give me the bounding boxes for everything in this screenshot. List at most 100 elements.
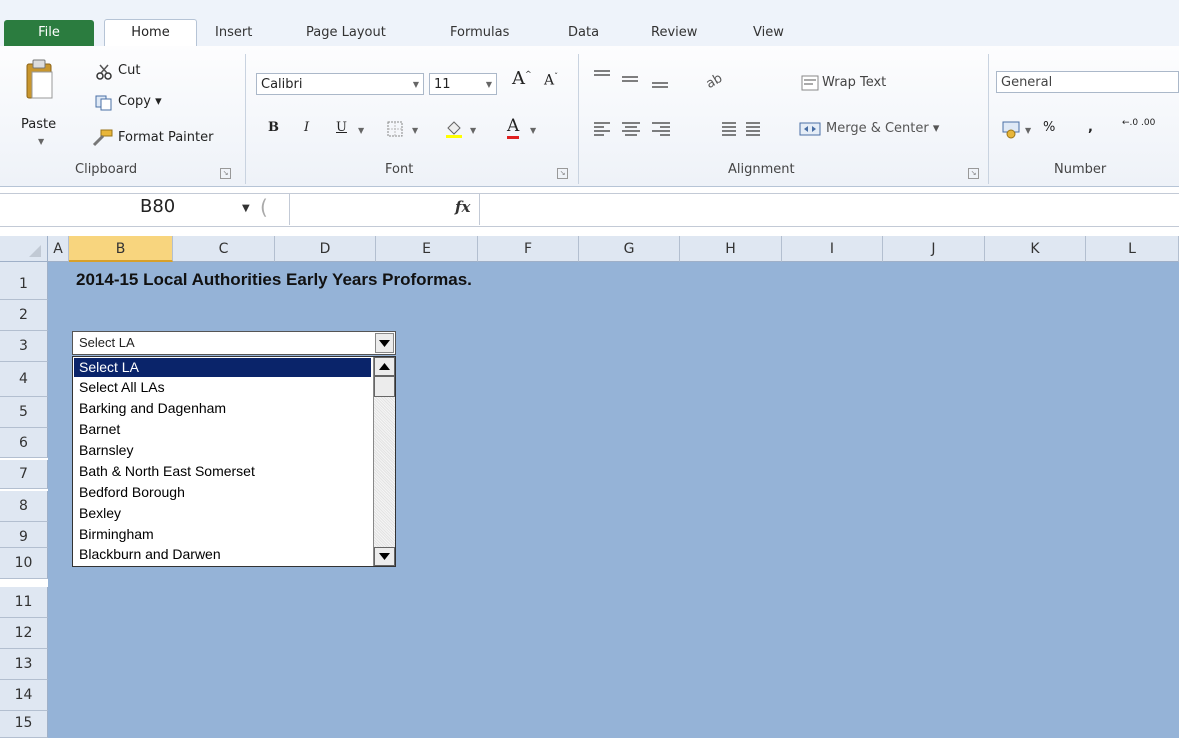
chevron-down-icon: ▼	[485, 80, 492, 89]
grow-font-button[interactable]: A^	[512, 68, 532, 89]
chevron-up-icon	[379, 363, 390, 370]
select-all-corner[interactable]	[0, 236, 48, 262]
number-format-select[interactable]: General	[996, 71, 1179, 93]
tab-review[interactable]: Review	[651, 21, 697, 45]
font-name-select[interactable]: Calibri ▼	[256, 73, 424, 95]
list-item[interactable]: Bexley	[74, 504, 371, 523]
row-header-3[interactable]: 3	[0, 331, 48, 362]
list-item[interactable]: Barking and Dagenham	[74, 399, 371, 418]
alignment-launcher-icon[interactable]: ↘	[968, 168, 979, 179]
column-header-a[interactable]: A	[48, 236, 69, 262]
percent-style-button[interactable]: %	[1043, 120, 1055, 135]
italic-button[interactable]: I	[304, 120, 309, 135]
list-scrollbar[interactable]	[373, 357, 395, 566]
column-header-b[interactable]: B	[69, 236, 173, 262]
list-item[interactable]: Blackburn and Darwen	[74, 545, 371, 564]
row-header-11[interactable]: 11	[0, 587, 48, 618]
accounting-format-icon[interactable]	[1000, 118, 1022, 140]
row-header-8[interactable]: 8	[0, 491, 48, 522]
chevron-down-icon[interactable]: ▼	[470, 126, 476, 135]
tab-data[interactable]: Data	[568, 21, 599, 45]
paste-dropdown-arrow[interactable]: ▼	[38, 137, 44, 146]
horizontal-align-icons[interactable]	[590, 117, 676, 141]
clipboard-launcher-icon[interactable]: ↘	[220, 168, 231, 179]
paste-icon[interactable]	[22, 56, 58, 104]
increase-decimal-button[interactable]: ←.0 .00	[1122, 118, 1158, 128]
column-header-f[interactable]: F	[478, 236, 579, 262]
row-header-9[interactable]: 9	[0, 522, 48, 548]
row-header-13[interactable]: 13	[0, 649, 48, 680]
la-dropdown-list[interactable]: Select LA Select All LAs Barking and Dag…	[72, 356, 396, 567]
orientation-icon[interactable]: ab	[702, 66, 732, 92]
list-item[interactable]: Bedford Borough	[74, 483, 371, 502]
list-item[interactable]: Barnet	[74, 420, 371, 439]
row-header-10[interactable]: 10	[0, 548, 48, 579]
font-launcher-icon[interactable]: ↘	[557, 168, 568, 179]
tab-insert[interactable]: Insert	[215, 21, 252, 45]
column-header-j[interactable]: J	[883, 236, 985, 262]
underline-button[interactable]: U	[336, 120, 347, 135]
column-header-h[interactable]: H	[680, 236, 782, 262]
row-header-15[interactable]: 15	[0, 711, 48, 738]
column-header-l[interactable]: L	[1086, 236, 1179, 262]
row-header-6[interactable]: 6	[0, 428, 48, 458]
cut-button[interactable]: Cut	[118, 63, 140, 78]
row-header-4[interactable]: 4	[0, 362, 48, 397]
column-header-c[interactable]: C	[173, 236, 275, 262]
row-header-2[interactable]: 2	[0, 300, 48, 331]
row-header-14[interactable]: 14	[0, 680, 48, 711]
list-item[interactable]: Birmingham	[74, 525, 371, 544]
chevron-down-icon[interactable]: ▼	[530, 126, 536, 135]
merge-center-button[interactable]: Merge & Center ▾	[826, 121, 939, 136]
scroll-down-button[interactable]	[374, 547, 395, 566]
row-header-12[interactable]: 12	[0, 618, 48, 649]
merge-center-icon	[798, 121, 822, 137]
column-header-k[interactable]: K	[985, 236, 1086, 262]
vertical-align-icons[interactable]	[590, 64, 676, 94]
tab-page-layout[interactable]: Page Layout	[306, 21, 386, 45]
name-box-value: B80	[140, 196, 176, 217]
comma-style-button[interactable]: ,	[1088, 120, 1093, 135]
combobox-dropdown-button[interactable]	[375, 333, 394, 353]
list-item[interactable]: Barnsley	[74, 441, 371, 460]
list-item[interactable]: Select All LAs	[74, 378, 371, 397]
wrap-text-button[interactable]: Wrap Text	[822, 75, 886, 90]
clipboard-group-label: Clipboard	[75, 162, 138, 177]
borders-icon[interactable]	[386, 121, 404, 137]
format-painter-button[interactable]: Format Painter	[118, 130, 213, 145]
fill-color-icon[interactable]	[444, 117, 464, 139]
scrollbar-thumb[interactable]	[374, 376, 395, 397]
chevron-down-icon[interactable]: ▼	[358, 126, 364, 135]
row-header-1[interactable]: 1	[0, 262, 48, 300]
bold-button[interactable]: B	[268, 120, 279, 135]
ribbon-separator	[578, 54, 579, 184]
indent-icons[interactable]	[714, 117, 768, 141]
insert-function-button[interactable]: fx	[455, 198, 470, 216]
column-header-g[interactable]: G	[579, 236, 680, 262]
column-header-i[interactable]: I	[782, 236, 883, 262]
row-header-7[interactable]: 7	[0, 460, 48, 489]
font-color-button[interactable]: A	[507, 116, 520, 139]
list-item[interactable]: Select LA	[74, 358, 371, 377]
chevron-down-icon[interactable]: ▼	[1025, 126, 1031, 135]
cut-icon	[95, 63, 113, 81]
copy-button[interactable]: Copy ▾	[118, 94, 162, 109]
row-header-5[interactable]: 5	[0, 397, 48, 428]
paste-label[interactable]: Paste	[21, 117, 56, 132]
formula-input[interactable]	[484, 196, 1174, 222]
font-size-select[interactable]: 11 ▼	[429, 73, 497, 95]
tab-home[interactable]: Home	[104, 19, 197, 47]
tab-view[interactable]: View	[753, 21, 784, 45]
svg-text:ab: ab	[704, 71, 725, 89]
column-header-d[interactable]: D	[275, 236, 376, 262]
scroll-up-button[interactable]	[374, 357, 395, 376]
name-box[interactable]: B80 ▼ (	[0, 193, 290, 225]
tab-formulas[interactable]: Formulas	[450, 21, 509, 45]
column-header-e[interactable]: E	[376, 236, 478, 262]
shrink-font-button[interactable]: Aˇ	[544, 72, 558, 89]
list-item[interactable]: Bath & North East Somerset	[74, 462, 371, 481]
tab-file[interactable]: File	[4, 20, 94, 46]
select-la-combobox[interactable]: Select LA	[72, 331, 396, 355]
name-box-dropdown-icon[interactable]: ▼	[242, 203, 250, 214]
chevron-down-icon[interactable]: ▼	[412, 126, 418, 135]
